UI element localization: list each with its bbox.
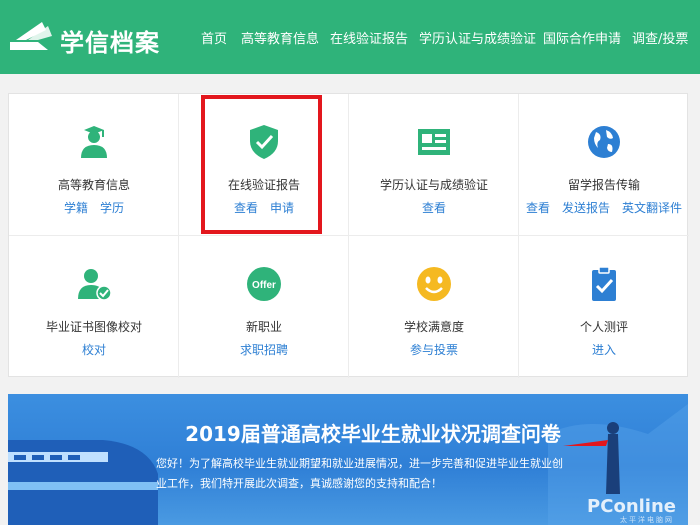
service-links: 查看 发送报告 英文翻译件 <box>519 199 689 216</box>
service-card-certification[interactable]: 学历认证与成绩验证 查看 <box>349 94 519 236</box>
service-links: 进入 <box>519 341 689 358</box>
globe-icon <box>588 126 620 158</box>
link-view[interactable]: 查看 <box>526 201 550 215</box>
link-view[interactable]: 查看 <box>422 201 446 215</box>
link-vote[interactable]: 参与投票 <box>410 343 458 357</box>
offer-icon-label: Offer <box>252 280 276 291</box>
link-translation[interactable]: 英文翻译件 <box>622 201 682 215</box>
services-grid: 高等教育信息 学籍 学历 在线验证报告 查看 申请 学历认证与成绩验证 查看 留… <box>8 93 689 378</box>
service-card-satisfaction[interactable]: 学校满意度 参与投票 <box>349 236 519 378</box>
service-title: 新职业 <box>245 320 282 334</box>
service-links: 查看 <box>349 199 519 216</box>
smiley-icon <box>417 267 451 301</box>
nav-international[interactable]: 国际合作申请 <box>543 28 621 47</box>
graduate-icon <box>81 126 107 158</box>
service-card-assessment[interactable]: 个人测评 进入 <box>519 236 689 378</box>
user-check-icon <box>78 269 112 301</box>
nav-survey[interactable]: 调查/投票 <box>632 28 688 47</box>
nav-home[interactable]: 首页 <box>201 28 227 47</box>
offer-icon: Offer <box>247 267 281 301</box>
service-title: 学校满意度 <box>403 320 464 334</box>
survey-banner[interactable]: 2019届普通高校毕业生就业状况调查问卷 您好！为了解高校毕业生就业期望和就业进… <box>8 394 688 525</box>
service-card-new-career[interactable]: Offer 新职业 求职招聘 <box>179 236 349 378</box>
service-title: 个人测评 <box>579 320 628 334</box>
link-degree[interactable]: 学历 <box>100 201 124 215</box>
service-title: 高等教育信息 <box>57 178 130 192</box>
link-send-report[interactable]: 发送报告 <box>562 201 610 215</box>
service-title: 毕业证书图像校对 <box>45 320 142 334</box>
service-title: 学历认证与成绩验证 <box>379 178 488 192</box>
link-enrollment[interactable]: 学籍 <box>64 201 88 215</box>
service-links: 求职招聘 <box>179 341 349 358</box>
link-job-recruitment[interactable]: 求职招聘 <box>240 343 288 357</box>
site-header: 学信档案 首页 高等教育信息 在线验证报告 学历认证与成绩验证 国际合作申请 调… <box>0 0 700 74</box>
main-nav: 首页 高等教育信息 在线验证报告 学历认证与成绩验证 国际合作申请 调查/投票 <box>0 28 700 48</box>
clipboard-check-icon <box>592 266 616 301</box>
service-card-education[interactable]: 高等教育信息 学籍 学历 <box>9 94 179 236</box>
service-card-study-abroad[interactable]: 留学报告传输 查看 发送报告 英文翻译件 <box>519 94 689 236</box>
service-links: 参与投票 <box>349 341 519 358</box>
service-links: 校对 <box>9 341 179 358</box>
banner-text: 您好！为了解高校毕业生就业期望和就业进展情况，进一步完善和促进毕业生就业创业工作… <box>156 457 563 490</box>
certificate-icon <box>418 129 450 155</box>
service-title: 留学报告传输 <box>567 178 640 192</box>
watermark-logo: PConline <box>587 496 676 517</box>
nav-higher-education[interactable]: 高等教育信息 <box>241 28 319 47</box>
service-card-certificate-check[interactable]: 毕业证书图像校对 校对 <box>9 236 179 378</box>
nav-certification[interactable]: 学历认证与成绩验证 <box>419 28 536 47</box>
service-links: 学籍 学历 <box>9 199 179 216</box>
banner-title: 2019届普通高校毕业生就业状况调查问卷 <box>185 422 561 446</box>
highlight-box <box>201 95 322 234</box>
nav-online-report[interactable]: 在线验证报告 <box>330 28 408 47</box>
link-enter[interactable]: 进入 <box>592 343 616 357</box>
link-proofread[interactable]: 校对 <box>82 343 106 357</box>
watermark-subtitle: 太平洋电脑网 <box>620 516 674 524</box>
